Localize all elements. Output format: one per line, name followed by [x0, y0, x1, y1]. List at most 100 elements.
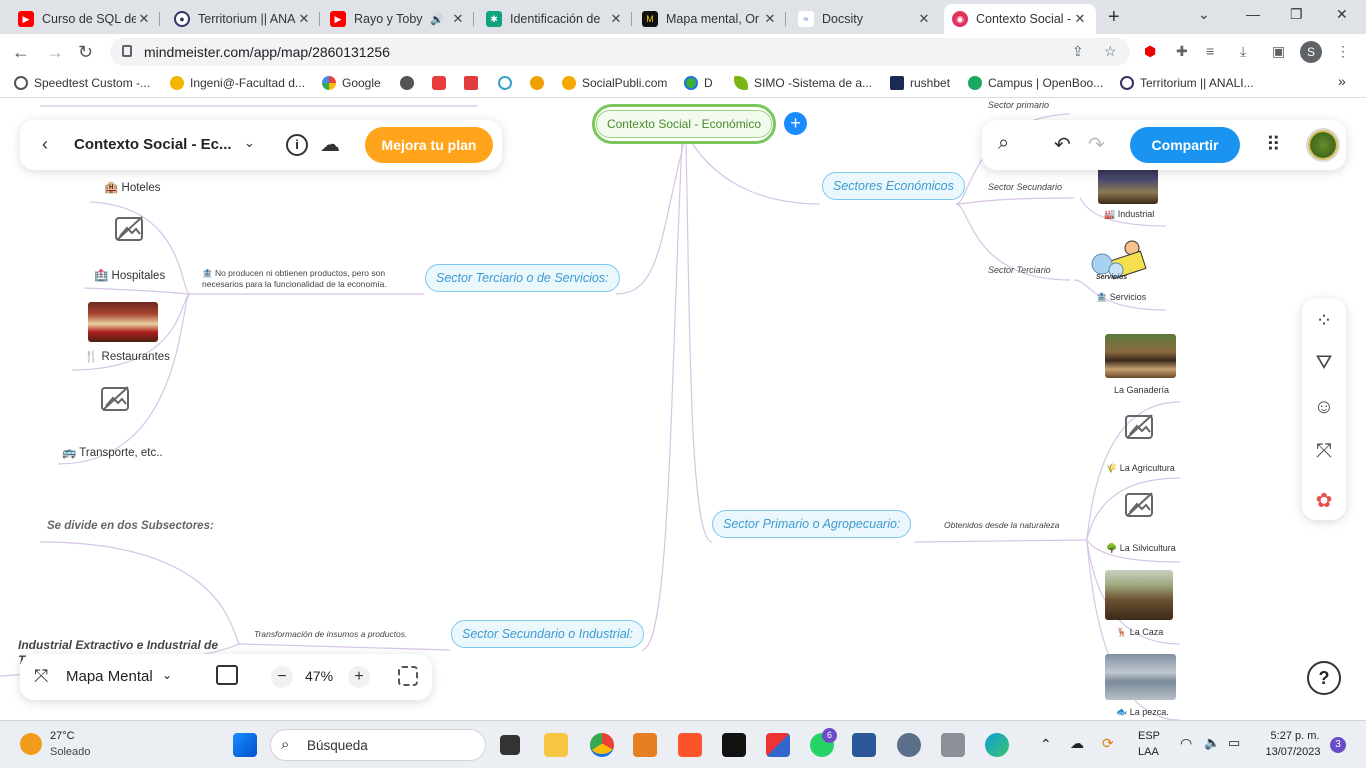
task-view-icon[interactable] — [500, 735, 520, 755]
zoom-level[interactable]: 47% — [305, 668, 333, 684]
bookmark-orange[interactable] — [530, 76, 550, 90]
pezca-image[interactable] — [1105, 654, 1176, 700]
window-close-icon[interactable]: ✕ — [1336, 6, 1348, 23]
presentation-icon[interactable] — [216, 665, 238, 685]
wifi-icon[interactable]: ◠ — [1180, 735, 1192, 752]
bookmark-territorium[interactable]: Territorium || ANALI... — [1120, 76, 1254, 90]
tab-territorium[interactable]: ● Territorium || ANA ✕ — [166, 4, 320, 34]
sublime-icon[interactable] — [633, 733, 657, 757]
caza-image[interactable] — [1105, 570, 1173, 620]
menu-icon[interactable]: ⋮ — [1336, 43, 1350, 60]
secundario-description[interactable]: Transformación de insumos a productos. — [254, 629, 407, 639]
close-icon[interactable]: ✕ — [916, 11, 932, 27]
share-button[interactable]: Compartir — [1130, 127, 1240, 163]
extractivo-topic[interactable]: Industrial Extractivo e Industrial de — [18, 638, 218, 652]
pezca-item[interactable]: 🐟 La pezca. — [1116, 707, 1169, 718]
sidepanel-icon[interactable]: ▣ — [1272, 43, 1285, 60]
close-icon[interactable]: ✕ — [450, 11, 466, 27]
close-icon[interactable]: ✕ — [136, 11, 152, 27]
agricultura-item[interactable]: 🌾 La Agricultura — [1106, 463, 1175, 474]
bookmark-globe[interactable] — [400, 76, 420, 90]
restaurantes-item[interactable]: 🍴 Restaurantes — [84, 349, 170, 363]
paint-bucket-icon[interactable]: ⛛ — [1312, 352, 1336, 376]
caza-item[interactable]: 🦌 La Caza — [1116, 627, 1163, 638]
silvicultura-item[interactable]: 🌳 La Silvicultura — [1106, 543, 1176, 554]
tab-identificacion[interactable]: ✱ Identificación de ✕ — [478, 4, 632, 34]
share-page-icon[interactable]: ⇪ — [1072, 43, 1084, 60]
redo-icon[interactable]: ↷ — [1088, 132, 1105, 157]
profile-avatar[interactable]: S — [1300, 41, 1322, 63]
bookmark-speedtest[interactable]: Speedtest Custom -... — [14, 76, 150, 90]
help-icon[interactable]: ? — [1307, 661, 1341, 695]
fit-screen-icon[interactable] — [398, 666, 418, 686]
new-tab-button[interactable]: + — [1108, 6, 1120, 29]
zoom-out-button[interactable]: − — [271, 666, 293, 688]
topic-sector-primario[interactable]: Sector Primario o Agropecuario: — [712, 510, 912, 538]
app-icon[interactable] — [766, 733, 790, 757]
weather-sun-icon[interactable] — [20, 733, 42, 755]
chevron-up-icon[interactable]: ⌃ — [1040, 736, 1052, 753]
user-avatar[interactable] — [1306, 128, 1340, 162]
bookmark-google[interactable]: Google — [322, 76, 381, 90]
restaurantes-image[interactable] — [88, 302, 158, 342]
theme-icon[interactable]: ✿ — [1312, 488, 1336, 512]
add-topic-button[interactable]: + — [784, 112, 807, 135]
industrial-image[interactable] — [1098, 164, 1158, 204]
connect-icon[interactable]: ⤧ — [1312, 440, 1336, 464]
settings-gear-icon[interactable] — [897, 733, 921, 757]
bookmark-socialpubli[interactable]: SocialPubli.com — [562, 76, 667, 90]
bookmark-d[interactable]: D — [684, 76, 713, 90]
file-explorer-icon[interactable] — [544, 733, 568, 757]
mindmap-canvas[interactable]: Contexto Social - Económico + Sectores E… — [0, 98, 1366, 720]
terciario-description[interactable]: 🏦 No producen ni obtienen productos, per… — [202, 268, 387, 290]
bookmark-heart[interactable] — [432, 76, 452, 90]
url-field[interactable]: mindmeister.com/app/map/2860131256 — [110, 38, 1130, 66]
ganaderia-image[interactable] — [1105, 334, 1176, 378]
bookmark-at[interactable] — [498, 76, 518, 90]
tab-mapa-mental[interactable]: M Mapa mental, Or ✕ — [634, 4, 786, 34]
map-title[interactable]: Contexto Social - Ec... — [74, 136, 232, 153]
hospitales-item[interactable]: 🏥 Hospitales — [94, 268, 165, 282]
tab-rayo-toby[interactable]: ▶ Rayo y Toby - 🔊 ✕ — [322, 4, 474, 34]
bookmark-star-icon[interactable]: ☆ — [1104, 43, 1117, 60]
apps-grid-icon[interactable]: ⠿ — [1266, 132, 1281, 157]
jetbrains-icon[interactable] — [722, 733, 746, 757]
taskbar-search[interactable]: ⌕ Búsqueda — [270, 729, 486, 761]
search-icon[interactable]: ⌕ — [998, 132, 1009, 155]
notification-badge[interactable]: 3 — [1330, 737, 1346, 753]
clock-time[interactable]: 5:27 p. m. — [1262, 730, 1328, 742]
volume-icon[interactable]: 🔈 — [1204, 735, 1220, 751]
topic-sectores-economicos[interactable]: Sectores Económicos — [822, 172, 965, 200]
chrome-icon[interactable] — [590, 733, 614, 757]
forward-icon[interactable]: → — [46, 42, 64, 63]
reload-icon[interactable]: ↻ — [78, 42, 93, 63]
transporte-item[interactable]: 🚌 Transporte, etc.. — [62, 445, 163, 459]
tab-contexto-social[interactable]: ◉ Contexto Social - ✕ — [944, 4, 1096, 34]
more-bookmarks-icon[interactable]: » — [1338, 73, 1346, 89]
cloud-download-icon[interactable]: ☁ — [320, 132, 340, 157]
bookmark-rushbet[interactable]: rushbet — [890, 76, 950, 90]
topic-sector-primario-label[interactable]: Sector primario — [988, 100, 1049, 110]
chevron-down-icon[interactable]: ⌄ — [244, 135, 255, 151]
close-icon[interactable]: ✕ — [296, 11, 312, 27]
battery-icon[interactable]: ▭ — [1228, 735, 1240, 751]
layout-icon[interactable]: ⁘ — [1312, 308, 1336, 332]
tab-sql[interactable]: ▶ Curso de SQL des ✕ — [10, 4, 160, 34]
zoom-in-button[interactable]: + — [348, 666, 370, 688]
root-topic[interactable]: Contexto Social - Económico — [592, 104, 776, 144]
cloud-icon[interactable]: ☁ — [1070, 735, 1084, 752]
view-mode-select[interactable]: Mapa Mental — [66, 668, 153, 685]
media-icon[interactable]: ≡ — [1206, 43, 1214, 59]
bookmark-ingenia[interactable]: Ingeni@-Facultad d... — [170, 76, 305, 90]
database-icon[interactable] — [941, 733, 965, 757]
weather-temp[interactable]: 27°C — [50, 730, 75, 742]
topic-sector-secundario[interactable]: Sector Secundario o Industrial: — [451, 620, 644, 648]
topic-sector-terciario[interactable]: Sector Terciario o de Servicios: — [425, 264, 620, 292]
back-icon[interactable]: ‹ — [42, 134, 48, 155]
tab-docsity[interactable]: ≈ Docsity ✕ — [790, 4, 940, 34]
undo-icon[interactable]: ↶ — [1054, 132, 1071, 157]
mindmap-mode-icon[interactable]: ⤧ — [34, 666, 48, 687]
adblock-icon[interactable]: ⬢ — [1144, 43, 1156, 60]
language-code[interactable]: ESP — [1138, 730, 1160, 742]
brave-icon[interactable] — [678, 733, 702, 757]
